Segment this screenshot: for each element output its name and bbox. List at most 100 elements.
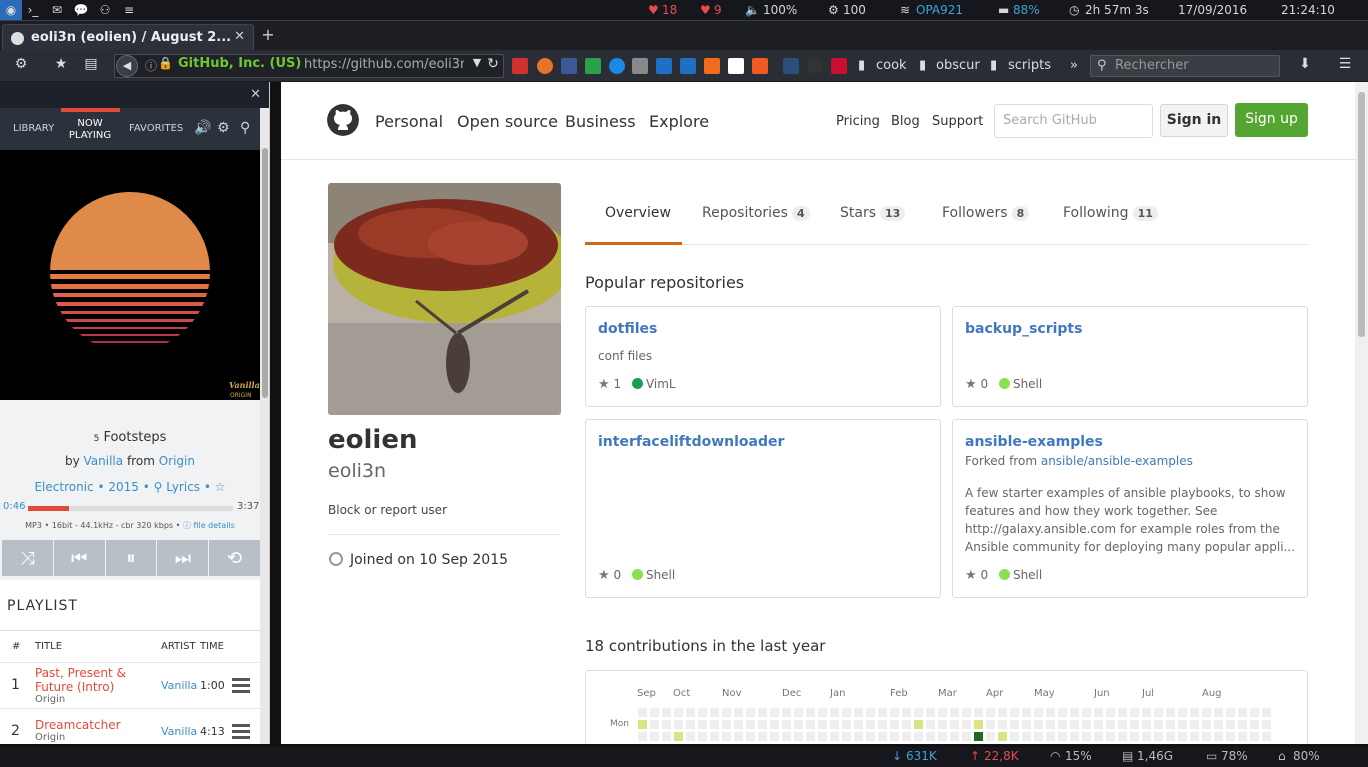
outlook-icon-1[interactable]	[656, 58, 672, 74]
contribution-day-cell[interactable]	[1190, 732, 1199, 741]
contribution-day-cell[interactable]	[662, 720, 671, 729]
contribution-day-cell[interactable]	[1034, 708, 1043, 717]
repeat-icon[interactable]: ⟲	[209, 540, 260, 576]
contribution-day-cell[interactable]	[1082, 708, 1091, 717]
contribution-day-cell[interactable]	[1214, 720, 1223, 729]
contribution-day-cell[interactable]	[1106, 720, 1115, 729]
bookmark-folder-obscur[interactable]: obscur	[936, 58, 980, 73]
contribution-day-cell[interactable]	[1154, 732, 1163, 741]
contribution-day-cell[interactable]	[938, 708, 947, 717]
repo-name-link[interactable]: ansible-examples	[965, 434, 1103, 450]
contribution-day-cell[interactable]	[1142, 732, 1151, 741]
contribution-day-cell[interactable]	[650, 720, 659, 729]
nav-support[interactable]: Support	[932, 114, 983, 129]
contribution-day-cell[interactable]	[806, 720, 815, 729]
sign-up-button[interactable]: Sign up	[1235, 103, 1308, 137]
contribution-day-cell[interactable]	[1262, 732, 1271, 741]
contribution-day-cell[interactable]	[854, 732, 863, 741]
nav-now-playing[interactable]: NOW PLAYING	[66, 118, 114, 142]
repo-name-link[interactable]: dotfiles	[598, 321, 657, 337]
bookmarks-overflow[interactable]: »	[1070, 58, 1078, 73]
reload-icon[interactable]: ↻	[482, 56, 504, 76]
contribution-day-cell[interactable]	[686, 732, 695, 741]
game-icon[interactable]: ⚇	[94, 0, 116, 20]
contribution-day-cell[interactable]	[818, 720, 827, 729]
row-menu-icon[interactable]	[232, 724, 250, 742]
contribution-day-cell[interactable]	[1106, 732, 1115, 741]
contribution-day-cell[interactable]	[698, 708, 707, 717]
bookmark-icon-2[interactable]	[537, 58, 553, 74]
contribution-day-cell[interactable]	[638, 708, 647, 717]
sidebar-splitter[interactable]	[270, 82, 281, 744]
contribution-day-cell[interactable]	[650, 732, 659, 741]
contribution-day-cell[interactable]	[1130, 720, 1139, 729]
lyrics-link[interactable]: Lyrics	[166, 480, 200, 494]
contribution-day-cell[interactable]	[902, 720, 911, 729]
settings-icon[interactable]: ⚙	[217, 120, 230, 136]
contribution-day-cell[interactable]	[962, 708, 971, 717]
contribution-day-cell[interactable]	[698, 720, 707, 729]
contribution-day-cell[interactable]	[1094, 732, 1103, 741]
contribution-day-cell[interactable]	[794, 720, 803, 729]
contribution-day-cell[interactable]	[1238, 708, 1247, 717]
contribution-day-cell[interactable]	[746, 720, 755, 729]
contribution-day-cell[interactable]	[1082, 732, 1091, 741]
contribution-day-cell[interactable]	[746, 732, 755, 741]
artist-link[interactable]: Vanilla	[84, 454, 124, 468]
contribution-day-cell[interactable]	[1202, 732, 1211, 741]
contribution-day-cell[interactable]	[890, 708, 899, 717]
contribution-day-cell[interactable]	[722, 708, 731, 717]
nav-blog[interactable]: Blog	[891, 114, 920, 129]
contribution-day-cell[interactable]	[914, 708, 923, 717]
contribution-day-cell[interactable]	[710, 708, 719, 717]
contribution-day-cell[interactable]	[974, 732, 983, 741]
contribution-day-cell[interactable]	[758, 708, 767, 717]
contribution-day-cell[interactable]	[1130, 708, 1139, 717]
new-tab-button[interactable]: +	[258, 25, 278, 44]
nav-open-source[interactable]: Open source	[457, 112, 558, 131]
contribution-day-cell[interactable]	[1046, 732, 1055, 741]
contribution-day-cell[interactable]	[1250, 708, 1259, 717]
contribution-day-cell[interactable]	[1214, 708, 1223, 717]
contribution-day-cell[interactable]	[998, 732, 1007, 741]
reader-list-icon[interactable]: ▤	[80, 56, 102, 76]
pause-icon[interactable]: ⏸	[105, 540, 157, 576]
contribution-day-cell[interactable]	[1058, 732, 1067, 741]
contribution-day-cell[interactable]	[1010, 708, 1019, 717]
contribution-day-cell[interactable]	[902, 732, 911, 741]
contribution-day-cell[interactable]	[854, 720, 863, 729]
contribution-day-cell[interactable]	[1238, 720, 1247, 729]
contribution-day-cell[interactable]	[674, 720, 683, 729]
contribution-day-cell[interactable]	[1166, 720, 1175, 729]
contribution-day-cell[interactable]	[1154, 708, 1163, 717]
nav-library[interactable]: LIBRARY	[13, 123, 54, 134]
contribution-day-cell[interactable]	[1166, 732, 1175, 741]
close-sidebar-icon[interactable]: ✕	[250, 87, 261, 102]
contribution-day-cell[interactable]	[698, 732, 707, 741]
contribution-day-cell[interactable]	[686, 708, 695, 717]
contribution-day-cell[interactable]	[878, 732, 887, 741]
github-search-input[interactable]: Search GitHub	[994, 104, 1153, 138]
drive-icon[interactable]	[585, 58, 601, 74]
workspace-browser-icon[interactable]: ◉	[0, 0, 22, 20]
contribution-day-cell[interactable]	[1178, 720, 1187, 729]
contribution-day-cell[interactable]	[986, 720, 995, 729]
contribution-day-cell[interactable]	[974, 708, 983, 717]
contribution-day-cell[interactable]	[938, 732, 947, 741]
scrollbar-thumb[interactable]	[1358, 92, 1365, 337]
contribution-day-cell[interactable]	[830, 732, 839, 741]
contribution-day-cell[interactable]	[998, 720, 1007, 729]
contribution-day-cell[interactable]	[1058, 720, 1067, 729]
contribution-day-cell[interactable]	[938, 720, 947, 729]
contribution-day-cell[interactable]	[818, 708, 827, 717]
repo-name-link[interactable]: backup_scripts	[965, 321, 1082, 337]
browser-search-input[interactable]: ⚲ Rechercher	[1090, 55, 1280, 77]
contribution-day-cell[interactable]	[986, 732, 995, 741]
contribution-day-cell[interactable]	[866, 732, 875, 741]
contribution-day-cell[interactable]	[674, 732, 683, 741]
page-scrollbar[interactable]	[1355, 82, 1368, 744]
volume-icon[interactable]: 🔊	[194, 120, 211, 136]
contribution-day-cell[interactable]	[1118, 708, 1127, 717]
contribution-day-cell[interactable]	[1034, 720, 1043, 729]
nav-pricing[interactable]: Pricing	[836, 114, 880, 129]
